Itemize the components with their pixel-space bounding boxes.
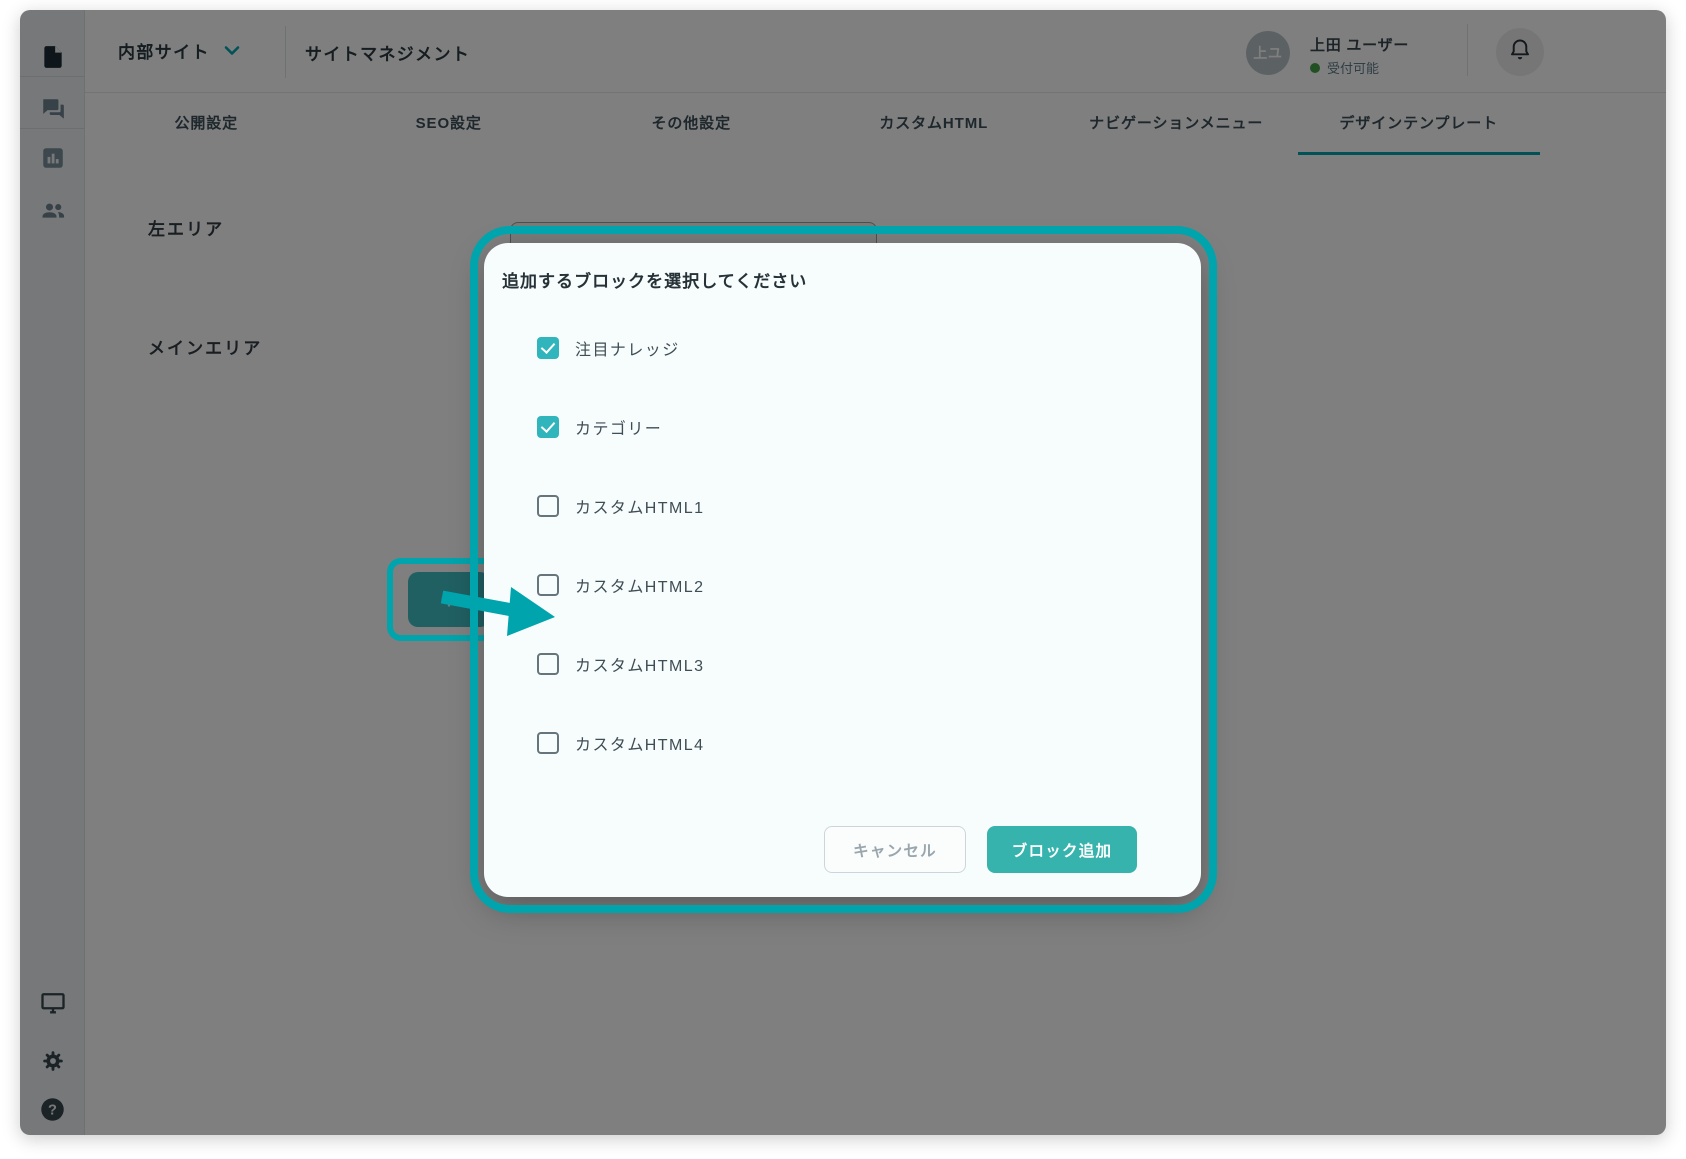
checkbox[interactable] <box>537 574 559 596</box>
option-label: カスタムHTML2 <box>575 573 704 597</box>
checkbox[interactable] <box>537 495 559 517</box>
option-label: カテゴリー <box>575 415 662 439</box>
option-label: カスタムHTML4 <box>575 731 704 755</box>
option-label: 注目ナレッジ <box>575 336 680 360</box>
checkbox[interactable] <box>537 732 559 754</box>
checkbox[interactable] <box>537 416 559 438</box>
dialog-title: 追加するブロックを選択してください <box>502 267 807 292</box>
option-category[interactable]: カテゴリー <box>537 415 662 439</box>
checkbox[interactable] <box>537 337 559 359</box>
cancel-button[interactable]: キャンセル <box>824 826 966 873</box>
option-custom-html3[interactable]: カスタムHTML3 <box>537 652 704 676</box>
add-block-dialog: 追加するブロックを選択してください 注目ナレッジ カテゴリー カスタムHTML1… <box>484 243 1201 897</box>
option-featured-knowledge[interactable]: 注目ナレッジ <box>537 336 680 360</box>
option-custom-html1[interactable]: カスタムHTML1 <box>537 494 704 518</box>
checkbox[interactable] <box>537 653 559 675</box>
option-label: カスタムHTML1 <box>575 494 704 518</box>
option-custom-html4[interactable]: カスタムHTML4 <box>537 731 704 755</box>
add-blocks-submit-button[interactable]: ブロック追加 <box>987 826 1137 873</box>
app-window: ? 内部サイト サイトマネジメント 上ユ 上田 ユーザー 受付可能 公開設定 S… <box>20 10 1666 1135</box>
option-label: カスタムHTML3 <box>575 652 704 676</box>
option-custom-html2[interactable]: カスタムHTML2 <box>537 573 704 597</box>
